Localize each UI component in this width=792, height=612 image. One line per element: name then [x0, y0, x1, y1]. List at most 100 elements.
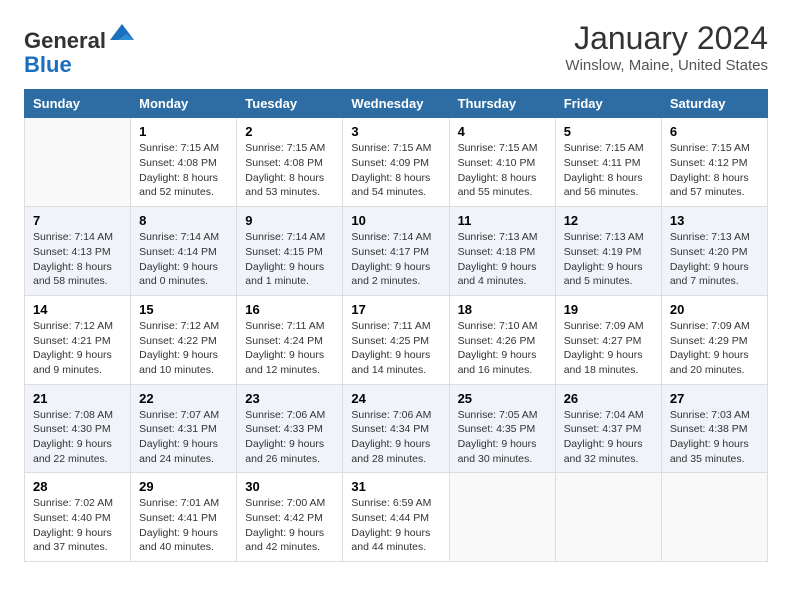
location: Winslow, Maine, United States: [565, 57, 768, 74]
calendar-cell: [25, 118, 131, 207]
calendar-cell: 23 Sunrise: 7:06 AMSunset: 4:33 PMDayligh…: [237, 384, 343, 473]
day-info: Sunrise: 7:09 AMSunset: 4:27 PMDaylight:…: [564, 319, 653, 378]
logo: General Blue: [24, 20, 136, 77]
calendar-cell: 28 Sunrise: 7:02 AMSunset: 4:40 PMDayligh…: [25, 473, 131, 562]
calendar-cell: 14 Sunrise: 7:12 AMSunset: 4:21 PMDayligh…: [25, 295, 131, 384]
day-info: Sunrise: 7:13 AMSunset: 4:18 PMDaylight:…: [458, 230, 547, 289]
calendar-cell: 16 Sunrise: 7:11 AMSunset: 4:24 PMDayligh…: [237, 295, 343, 384]
logo-general-text: General: [24, 28, 106, 53]
calendar-cell: 31 Sunrise: 6:59 AMSunset: 4:44 PMDayligh…: [343, 473, 449, 562]
calendar-table: SundayMondayTuesdayWednesdayThursdayFrid…: [24, 89, 768, 562]
calendar-cell: 29 Sunrise: 7:01 AMSunset: 4:41 PMDayligh…: [131, 473, 237, 562]
calendar-cell: 24 Sunrise: 7:06 AMSunset: 4:34 PMDayligh…: [343, 384, 449, 473]
page-header: General Blue January 2024 Winslow, Maine…: [24, 20, 768, 77]
day-number: 22: [139, 391, 228, 406]
day-info: Sunrise: 7:07 AMSunset: 4:31 PMDaylight:…: [139, 408, 228, 467]
day-info: Sunrise: 7:15 AMSunset: 4:08 PMDaylight:…: [139, 141, 228, 200]
calendar-cell: 20 Sunrise: 7:09 AMSunset: 4:29 PMDayligh…: [661, 295, 767, 384]
day-number: 4: [458, 124, 547, 139]
calendar-cell: 15 Sunrise: 7:12 AMSunset: 4:22 PMDayligh…: [131, 295, 237, 384]
calendar-cell: 9Sunrise: 7:14 AMSunset: 4:15 PMDaylight…: [237, 207, 343, 296]
calendar-cell: 25 Sunrise: 7:05 AMSunset: 4:35 PMDayligh…: [449, 384, 555, 473]
calendar-cell: 30Sunrise: 7:00 AMSunset: 4:42 PMDayligh…: [237, 473, 343, 562]
day-info: Sunrise: 7:06 AMSunset: 4:34 PMDaylight:…: [351, 408, 440, 467]
day-number: 2: [245, 124, 334, 139]
day-number: 7: [33, 213, 122, 228]
calendar-cell: [555, 473, 661, 562]
day-info: Sunrise: 7:13 AMSunset: 4:19 PMDaylight:…: [564, 230, 653, 289]
calendar-cell: 10 Sunrise: 7:14 AMSunset: 4:17 PMDayligh…: [343, 207, 449, 296]
day-number: 14: [33, 302, 122, 317]
day-number: 28: [33, 479, 122, 494]
calendar-cell: 13 Sunrise: 7:13 AMSunset: 4:20 PMDayligh…: [661, 207, 767, 296]
col-header-saturday: Saturday: [661, 90, 767, 118]
day-number: 10: [351, 213, 440, 228]
day-number: 3: [351, 124, 440, 139]
day-info: Sunrise: 6:59 AMSunset: 4:44 PMDaylight:…: [351, 496, 440, 555]
day-info: Sunrise: 7:10 AMSunset: 4:26 PMDaylight:…: [458, 319, 547, 378]
day-info: Sunrise: 7:01 AMSunset: 4:41 PMDaylight:…: [139, 496, 228, 555]
day-info: Sunrise: 7:15 AMSunset: 4:10 PMDaylight:…: [458, 141, 547, 200]
day-number: 11: [458, 213, 547, 228]
day-number: 29: [139, 479, 228, 494]
col-header-monday: Monday: [131, 90, 237, 118]
logo-icon: [108, 20, 136, 48]
day-info: Sunrise: 7:15 AMSunset: 4:12 PMDaylight:…: [670, 141, 759, 200]
day-info: Sunrise: 7:02 AMSunset: 4:40 PMDaylight:…: [33, 496, 122, 555]
day-info: Sunrise: 7:14 AMSunset: 4:15 PMDaylight:…: [245, 230, 334, 289]
calendar-cell: 8 Sunrise: 7:14 AMSunset: 4:14 PMDaylight…: [131, 207, 237, 296]
day-info: Sunrise: 7:12 AMSunset: 4:22 PMDaylight:…: [139, 319, 228, 378]
day-info: Sunrise: 7:15 AMSunset: 4:11 PMDaylight:…: [564, 141, 653, 200]
day-number: 27: [670, 391, 759, 406]
day-number: 19: [564, 302, 653, 317]
day-number: 1: [139, 124, 228, 139]
day-number: 31: [351, 479, 440, 494]
day-info: Sunrise: 7:14 AMSunset: 4:13 PMDaylight:…: [33, 230, 122, 289]
day-number: 23: [245, 391, 334, 406]
calendar-cell: 19 Sunrise: 7:09 AMSunset: 4:27 PMDayligh…: [555, 295, 661, 384]
calendar-cell: 11 Sunrise: 7:13 AMSunset: 4:18 PMDayligh…: [449, 207, 555, 296]
day-number: 20: [670, 302, 759, 317]
day-number: 21: [33, 391, 122, 406]
day-number: 15: [139, 302, 228, 317]
day-info: Sunrise: 7:08 AMSunset: 4:30 PMDaylight:…: [33, 408, 122, 467]
calendar-cell: 3 Sunrise: 7:15 AMSunset: 4:09 PMDaylight…: [343, 118, 449, 207]
day-number: 6: [670, 124, 759, 139]
day-info: Sunrise: 7:11 AMSunset: 4:24 PMDaylight:…: [245, 319, 334, 378]
day-info: Sunrise: 7:15 AMSunset: 4:09 PMDaylight:…: [351, 141, 440, 200]
day-number: 17: [351, 302, 440, 317]
day-number: 8: [139, 213, 228, 228]
day-number: 13: [670, 213, 759, 228]
day-info: Sunrise: 7:06 AMSunset: 4:33 PMDaylight:…: [245, 408, 334, 467]
calendar-cell: 4 Sunrise: 7:15 AMSunset: 4:10 PMDaylight…: [449, 118, 555, 207]
col-header-sunday: Sunday: [25, 90, 131, 118]
day-number: 30: [245, 479, 334, 494]
day-info: Sunrise: 7:11 AMSunset: 4:25 PMDaylight:…: [351, 319, 440, 378]
day-info: Sunrise: 7:14 AMSunset: 4:17 PMDaylight:…: [351, 230, 440, 289]
calendar-cell: 27 Sunrise: 7:03 AMSunset: 4:38 PMDayligh…: [661, 384, 767, 473]
calendar-cell: 18Sunrise: 7:10 AMSunset: 4:26 PMDayligh…: [449, 295, 555, 384]
title-block: January 2024 Winslow, Maine, United Stat…: [565, 20, 768, 74]
month-title: January 2024: [565, 20, 768, 57]
col-header-friday: Friday: [555, 90, 661, 118]
logo-blue-text: Blue: [24, 52, 72, 77]
day-info: Sunrise: 7:03 AMSunset: 4:38 PMDaylight:…: [670, 408, 759, 467]
day-info: Sunrise: 7:15 AMSunset: 4:08 PMDaylight:…: [245, 141, 334, 200]
calendar-cell: 22 Sunrise: 7:07 AMSunset: 4:31 PMDayligh…: [131, 384, 237, 473]
calendar-cell: 6 Sunrise: 7:15 AMSunset: 4:12 PMDaylight…: [661, 118, 767, 207]
calendar-cell: 1 Sunrise: 7:15 AMSunset: 4:08 PMDaylight…: [131, 118, 237, 207]
col-header-thursday: Thursday: [449, 90, 555, 118]
day-info: Sunrise: 7:04 AMSunset: 4:37 PMDaylight:…: [564, 408, 653, 467]
day-info: Sunrise: 7:12 AMSunset: 4:21 PMDaylight:…: [33, 319, 122, 378]
day-number: 16: [245, 302, 334, 317]
day-number: 12: [564, 213, 653, 228]
day-info: Sunrise: 7:05 AMSunset: 4:35 PMDaylight:…: [458, 408, 547, 467]
day-info: Sunrise: 7:14 AMSunset: 4:14 PMDaylight:…: [139, 230, 228, 289]
calendar-cell: 21 Sunrise: 7:08 AMSunset: 4:30 PMDayligh…: [25, 384, 131, 473]
col-header-tuesday: Tuesday: [237, 90, 343, 118]
day-number: 25: [458, 391, 547, 406]
day-number: 5: [564, 124, 653, 139]
day-info: Sunrise: 7:13 AMSunset: 4:20 PMDaylight:…: [670, 230, 759, 289]
day-number: 24: [351, 391, 440, 406]
day-info: Sunrise: 7:09 AMSunset: 4:29 PMDaylight:…: [670, 319, 759, 378]
